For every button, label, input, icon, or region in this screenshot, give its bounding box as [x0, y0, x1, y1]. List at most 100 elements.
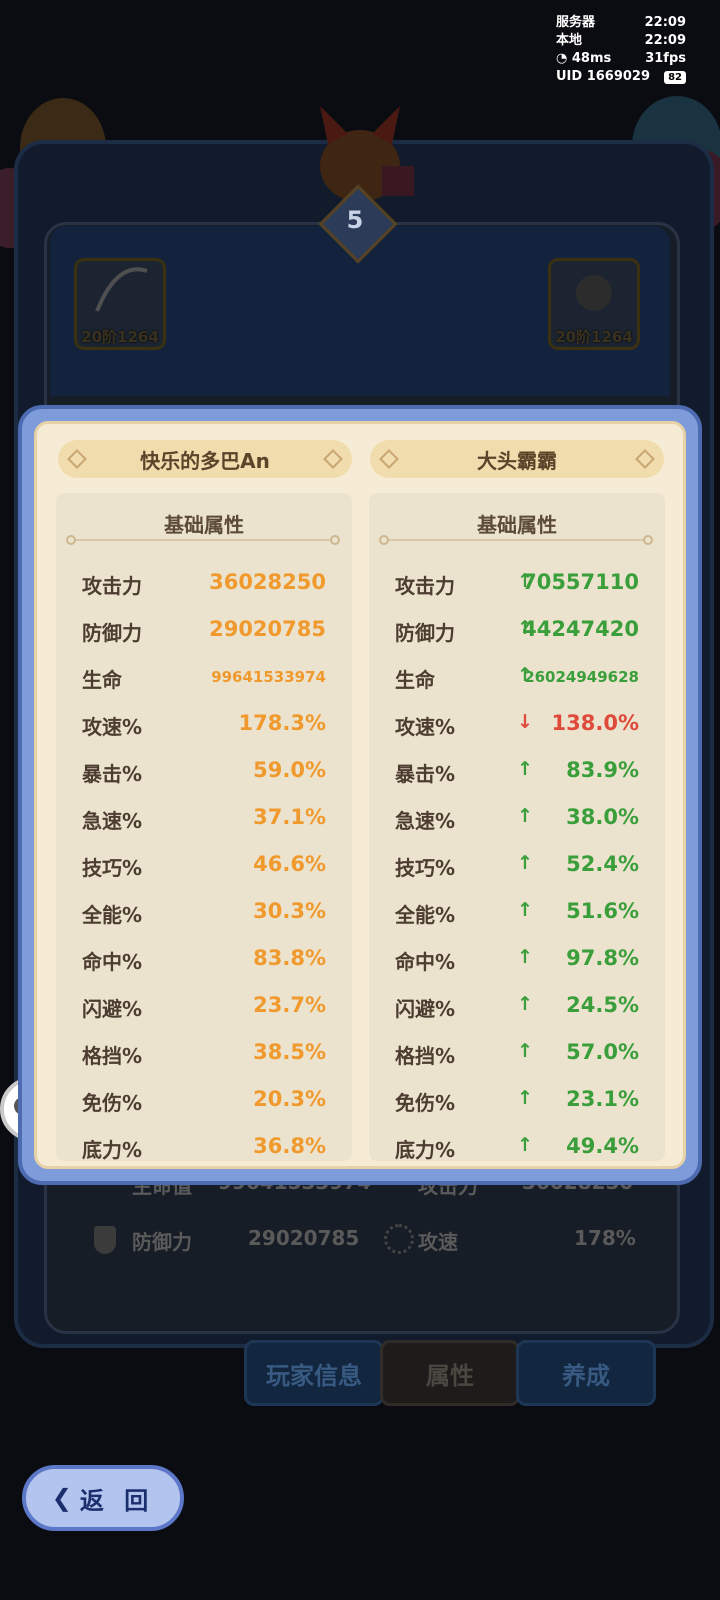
arrow-up-icon: ↑ [517, 852, 533, 874]
stat-label: 免伤% [395, 1091, 456, 1115]
stat-label: 命中% [395, 950, 456, 974]
stat-row: 命中% ↑ 97.8% [369, 938, 665, 985]
stat-row: 防御力 29020785 [56, 609, 352, 656]
stat-row: 生命 99641533974 [56, 656, 352, 703]
tab-player-info[interactable]: 玩家信息 [244, 1340, 384, 1406]
stat-label: 闪避% [395, 997, 456, 1021]
stat-value: 51.6% [566, 899, 639, 923]
card-tag: 20阶1264 [81, 328, 159, 346]
stat-row: 免伤% ↑ 23.1% [369, 1079, 665, 1126]
arrow-up-icon: ↑ [517, 1040, 533, 1062]
stat-row: 格挡% ↑ 57.0% [369, 1032, 665, 1079]
back-arrow-icon: ❮ [51, 1484, 72, 1512]
diamond-ornament-icon [635, 449, 655, 469]
stat-value: 38.0% [566, 805, 639, 829]
stat-label: 免伤% [82, 1091, 143, 1115]
tab-attributes[interactable]: 属性 [380, 1340, 520, 1406]
stat-value: 57.0% [566, 1040, 639, 1064]
stat-value: 23.7% [253, 993, 326, 1017]
stat-row: 免伤% 20.3% [56, 1079, 352, 1126]
stat-value: 38.5% [253, 1040, 326, 1064]
stat-value: 178.3% [238, 711, 326, 735]
server-time: 22:09 [644, 15, 686, 30]
stat-value: 30.3% [253, 899, 326, 923]
back-button[interactable]: ❮ 返 回 [22, 1465, 184, 1531]
wifi-icon: ◔ [556, 51, 568, 66]
diamond-ornament-icon [67, 449, 87, 469]
stat-value: 24.5% [566, 993, 639, 1017]
stat-label: 生命 [395, 668, 435, 692]
stat-row: 急速% ↑ 38.0% [369, 797, 665, 844]
stat-label: 生命 [82, 668, 122, 692]
diamond-ornament-icon [323, 449, 343, 469]
network-icon [384, 1224, 414, 1254]
stat-row: 命中% 83.8% [56, 938, 352, 985]
arrow-down-icon: ↓ [517, 711, 533, 733]
stat-value: 83.8% [253, 946, 326, 970]
stat-row: 防御力 ↑ 44247420 [369, 609, 665, 656]
stat-value: 29020785 [209, 617, 326, 641]
stat-row: 攻击力 ↑ 70557110 [369, 562, 665, 609]
equipment-card-left[interactable]: 20阶1264 [74, 258, 166, 350]
arrow-up-icon: ↑ [517, 758, 533, 780]
bg-stat-speed-value: 178% [574, 1226, 636, 1250]
stat-label: 防御力 [82, 621, 142, 645]
card-tag: 20阶1264 [555, 328, 633, 346]
stat-value: 99641533974 [211, 668, 326, 686]
stat-value: 97.8% [566, 946, 639, 970]
back-button-label: 返 回 [79, 1486, 155, 1515]
stat-label: 暴击% [82, 762, 143, 786]
stat-label: 暴击% [395, 762, 456, 786]
stat-label: 急速% [82, 809, 143, 833]
arrow-up-icon: ↑ [517, 1134, 533, 1156]
bow-icon [95, 267, 148, 312]
stat-value: 20.3% [253, 1087, 326, 1111]
stat-value: 138.0% [551, 711, 639, 735]
local-time: 22:09 [644, 33, 686, 48]
equipment-card-right[interactable]: 20阶1264 [548, 258, 640, 350]
stat-label: 攻速% [395, 715, 456, 739]
stat-label: 格挡% [82, 1044, 143, 1068]
stat-row: 全能% 30.3% [56, 891, 352, 938]
stat-value: 36028250 [209, 570, 326, 594]
stat-value: 59.0% [253, 758, 326, 782]
stat-label: 攻击力 [395, 574, 455, 598]
stat-label: 防御力 [395, 621, 455, 645]
stat-value: 83.9% [566, 758, 639, 782]
right-player-name: 大头霸霸 [477, 448, 557, 473]
stat-row: 格挡% 38.5% [56, 1032, 352, 1079]
divider [379, 535, 653, 545]
uid-value: UID 1669029 [556, 69, 651, 84]
stat-row: 攻速% ↓ 138.0% [369, 703, 665, 750]
stat-label: 技巧% [395, 856, 456, 880]
stat-row: 暴击% ↑ 83.9% [369, 750, 665, 797]
stat-row: 闪避% 23.7% [56, 985, 352, 1032]
right-stats-panel[interactable]: 基础属性 攻击力 ↑ 70557110 防御力 ↑ 44247420 生命 ↑ 26024949… [369, 493, 665, 1161]
stat-value: 49.4% [566, 1134, 639, 1158]
stat-value: 46.6% [253, 852, 326, 876]
tab-development[interactable]: 养成 [516, 1340, 656, 1406]
section-title: 基础属性 [164, 513, 244, 537]
stat-label: 全能% [395, 903, 456, 927]
section-title: 基础属性 [477, 513, 557, 537]
stat-row: 底力% 36.8% [56, 1126, 352, 1161]
left-stats-panel[interactable]: 基础属性 攻击力 36028250 防御力 29020785 生命 99641533974… [56, 493, 352, 1161]
stat-row: 底力% ↑ 49.4% [369, 1126, 665, 1161]
stat-label: 底力% [82, 1138, 143, 1161]
ping-value: 48ms [571, 51, 612, 66]
stat-label: 攻击力 [82, 574, 142, 598]
stat-label: 全能% [82, 903, 143, 927]
stat-row: 生命 ↑ 26024949628 [369, 656, 665, 703]
stat-label: 格挡% [395, 1044, 456, 1068]
stat-value: 37.1% [253, 805, 326, 829]
stat-label: 底力% [395, 1138, 456, 1161]
server-label: 服务器 [556, 15, 596, 30]
shield-icon [94, 1226, 116, 1254]
stat-value: 70557110 [522, 570, 639, 594]
local-label: 本地 [556, 33, 583, 48]
helmet-icon [576, 275, 612, 311]
right-player-name-bar: 大头霸霸 [370, 440, 664, 478]
battery-level: 82 [664, 71, 686, 84]
left-player-name: 快乐的多巴An [140, 448, 270, 473]
stat-label: 攻速% [82, 715, 143, 739]
